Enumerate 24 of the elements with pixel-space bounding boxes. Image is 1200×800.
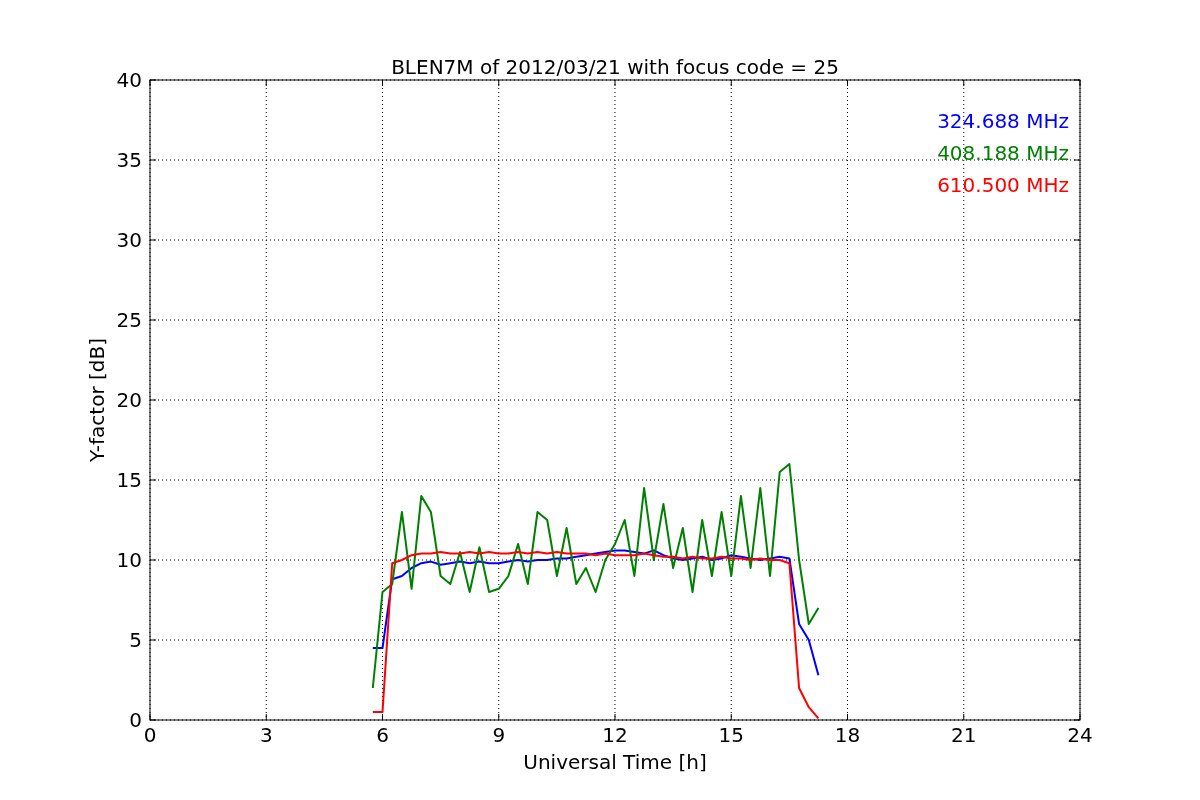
- tick-label: 25: [116, 308, 142, 332]
- tick-label: 18: [834, 723, 861, 747]
- tick-label: 12: [602, 723, 628, 747]
- tick-label: 6: [376, 723, 389, 747]
- tick-label: 5: [129, 628, 142, 652]
- tick-label: 21: [951, 723, 977, 747]
- legend-label: 610.500 MHz: [937, 173, 1069, 197]
- tick-label: 10: [116, 548, 142, 572]
- tick-label: 24: [1067, 723, 1093, 747]
- tick-label: 30: [116, 228, 142, 252]
- tick-label: 0: [129, 708, 142, 732]
- tick-label: 35: [116, 148, 142, 172]
- tick-label: 15: [116, 468, 142, 492]
- tick-label: 40: [116, 68, 142, 92]
- chart-title: BLEN7M of 2012/03/21 with focus code = 25: [391, 55, 839, 79]
- tick-label: 3: [259, 723, 273, 747]
- tick-label: 9: [492, 723, 506, 747]
- tick-label: 0: [143, 723, 157, 747]
- x-axis-label: Universal Time [h]: [523, 750, 707, 774]
- tick-label: 15: [718, 723, 744, 747]
- y-axis-label: Y-factor [dB]: [85, 338, 109, 462]
- tick-label: 20: [116, 388, 142, 412]
- legend-label: 324.688 MHz: [937, 109, 1069, 133]
- legend-label: 408.188 MHz: [937, 141, 1069, 165]
